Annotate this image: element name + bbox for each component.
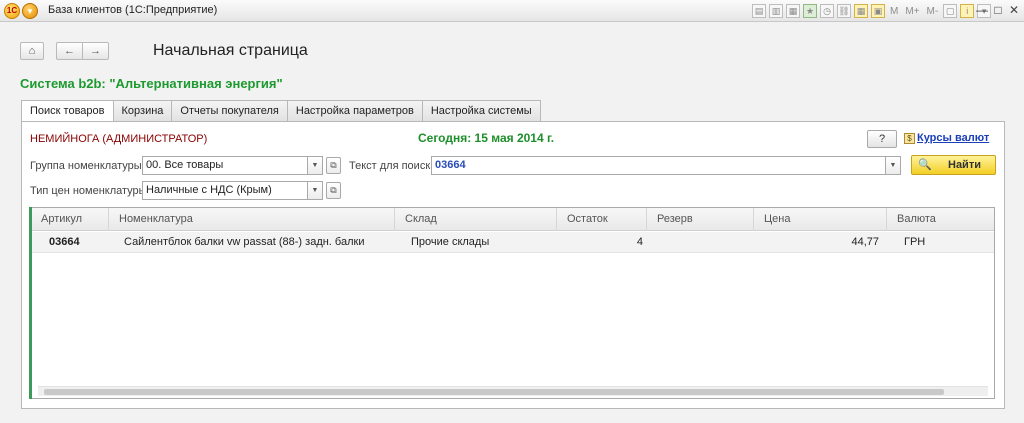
- memory-minus-icon[interactable]: M-: [925, 6, 941, 17]
- calculator-icon[interactable]: ▦: [854, 4, 868, 18]
- chevron-down-icon: ▼: [311, 162, 319, 169]
- cell-warehouse: Прочие склады: [411, 236, 490, 248]
- minimize-icon[interactable]: —: [974, 2, 990, 18]
- find-button-label: Найти: [948, 159, 981, 171]
- tab-bar: Поиск товаров Корзина Отчеты покупателя …: [21, 100, 541, 122]
- group-dropdown-button[interactable]: ▼: [308, 156, 323, 175]
- cell-price: 44,77: [851, 236, 879, 248]
- table-row[interactable]: 03664 Сайлентблок балки vw passat (88-) …: [31, 232, 994, 253]
- scrollbar-thumb[interactable]: [44, 389, 944, 395]
- column-article[interactable]: Артикул: [31, 208, 109, 231]
- memory-plus-icon[interactable]: M+: [903, 6, 921, 17]
- help-button[interactable]: ?: [867, 130, 897, 148]
- price-type-open-button[interactable]: ⧉: [326, 182, 341, 199]
- links-icon[interactable]: ⛓: [837, 4, 851, 18]
- system-title: Система b2b: "Альтернативная энергия": [20, 76, 283, 91]
- price-type-field[interactable]: Наличные с НДС (Крым): [142, 181, 308, 200]
- column-reserve[interactable]: Резерв: [647, 208, 754, 231]
- currency-rates-icon: $: [904, 133, 915, 144]
- maximize-icon[interactable]: □: [990, 2, 1006, 18]
- history-icon[interactable]: ◷: [820, 4, 834, 18]
- print-icon[interactable]: ▥: [769, 4, 783, 18]
- home-button[interactable]: ⌂: [20, 42, 44, 60]
- save-icon[interactable]: ▤: [752, 4, 766, 18]
- horizontal-scrollbar[interactable]: [38, 386, 988, 396]
- page-title: Начальная страница: [153, 42, 308, 59]
- products-table[interactable]: Артикул Номенклатура Склад Остаток Резер…: [30, 207, 995, 399]
- tab-buyer-reports[interactable]: Отчеты покупателя: [172, 100, 288, 122]
- calendar-icon[interactable]: ▣: [871, 4, 885, 18]
- column-price[interactable]: Цена: [754, 208, 887, 231]
- home-icon: ⌂: [28, 45, 36, 57]
- preview-icon[interactable]: ▦: [786, 4, 800, 18]
- price-type-label: Тип цен номенклатуры:: [30, 185, 150, 197]
- cell-article: 03664: [49, 236, 80, 248]
- today-label: Сегодня: 15 мая 2014 г.: [418, 131, 555, 145]
- group-field[interactable]: 00. Все товары: [142, 156, 308, 175]
- cell-stock: 4: [636, 236, 643, 248]
- tab-product-search[interactable]: Поиск товаров: [21, 100, 114, 122]
- column-name[interactable]: Номенклатура: [109, 208, 395, 231]
- column-stock[interactable]: Остаток: [557, 208, 647, 231]
- search-icon: 🔍: [918, 159, 932, 171]
- column-currency[interactable]: Валюта: [887, 208, 994, 231]
- user-label: НЕМИЙНОГА (АДМИНИСТРАТОР): [30, 133, 208, 145]
- window-toolbar: ▤ ▥ ▦ ★ ◷ ⛓ ▦ ▣ M M+ M- ▢ i ▾: [752, 3, 992, 19]
- tab-parameter-settings[interactable]: Настройка параметров: [287, 100, 423, 122]
- memory-icon[interactable]: M: [888, 6, 900, 17]
- chevron-down-icon: ▼: [889, 162, 897, 169]
- column-warehouse[interactable]: Склад: [395, 208, 557, 231]
- find-button[interactable]: 🔍 Найти: [911, 155, 996, 175]
- search-label: Текст для поиска:: [349, 160, 440, 172]
- forward-button[interactable]: →: [82, 42, 109, 60]
- group-open-button[interactable]: ⧉: [326, 157, 341, 174]
- open-icon: ⧉: [330, 160, 337, 170]
- open-icon: ⧉: [330, 185, 337, 195]
- price-type-dropdown-button[interactable]: ▼: [308, 181, 323, 200]
- arrow-right-icon: →: [90, 45, 101, 57]
- chevron-down-icon: ▼: [311, 187, 319, 194]
- cell-name: Сайлентблок балки vw passat (88-) задн. …: [124, 236, 365, 248]
- tab-system-settings[interactable]: Настройка системы: [422, 100, 541, 122]
- table-header: Артикул Номенклатура Склад Остаток Резер…: [31, 208, 994, 231]
- cell-currency: ГРН: [904, 236, 926, 248]
- currency-rates-link[interactable]: Курсы валют: [917, 132, 989, 144]
- window-titlebar: 1С ▾ База клиентов (1С:Предприятие) ▤ ▥ …: [0, 0, 1024, 22]
- search-dropdown-button[interactable]: ▼: [886, 156, 901, 175]
- favorites-icon[interactable]: ★: [803, 4, 817, 18]
- app-logo-icon: 1С: [4, 3, 20, 19]
- group-label: Группа номенклатуры :: [30, 160, 148, 172]
- zoom-icon[interactable]: ▢: [943, 4, 958, 18]
- main-menu-icon[interactable]: ▾: [22, 3, 38, 19]
- arrow-left-icon: ←: [64, 45, 75, 57]
- tab-cart[interactable]: Корзина: [113, 100, 173, 122]
- cell-reserve: [647, 232, 747, 253]
- search-input[interactable]: 03664: [431, 156, 886, 175]
- info-icon[interactable]: i: [960, 4, 975, 18]
- window-title: База клиентов (1С:Предприятие): [48, 4, 218, 16]
- close-icon[interactable]: ✕: [1006, 2, 1022, 18]
- back-button[interactable]: ←: [56, 42, 82, 60]
- table-accent-bar: [29, 207, 32, 399]
